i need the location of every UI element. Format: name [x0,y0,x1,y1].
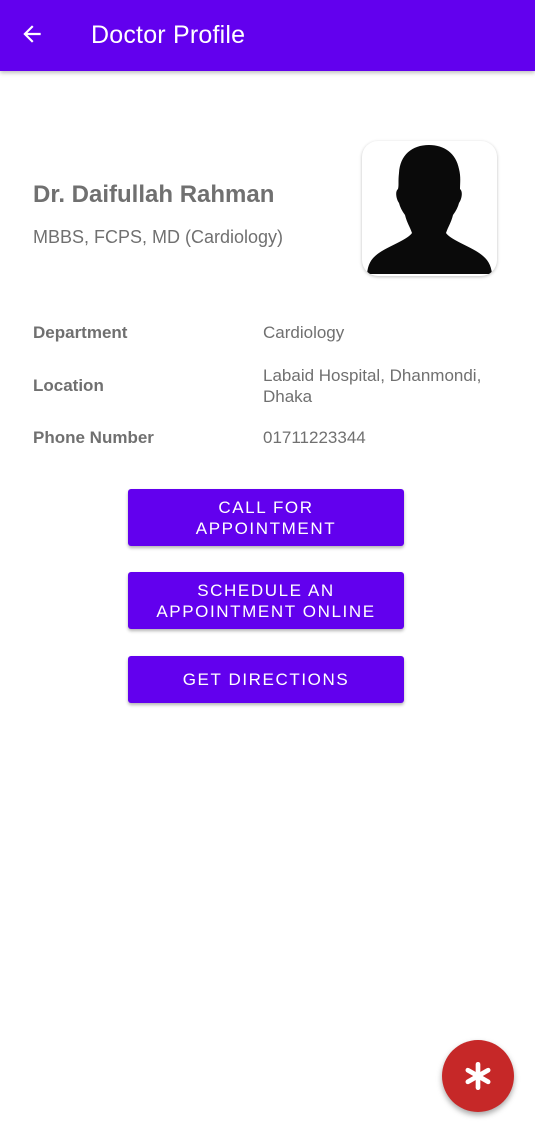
phone-value: 01711223344 [263,428,366,447]
doctor-degrees: MBBS, FCPS, MD (Cardiology) [33,227,284,247]
department-value: Cardiology [263,323,345,342]
back-button[interactable] [12,14,52,54]
location-value: Labaid Hospital, Dhanmondi, Dhaka [263,366,482,406]
get-directions-button[interactable]: GET DIRECTIONS [128,656,404,703]
department-label: Department [33,323,128,342]
avatar [362,141,497,276]
doctor-profile-screen: Doctor Profile Dr. Daifullah Rahman MBBS… [0,0,535,1127]
fab-button[interactable] [442,1040,514,1112]
location-label: Location [33,376,104,395]
page-title: Doctor Profile [91,21,246,49]
call-for-appointment-button[interactable]: CALL FOR APPOINTMENT [128,489,404,546]
arrow-left-icon [23,25,41,43]
phone-label: Phone Number [33,428,154,447]
asterisk-icon [465,1062,491,1090]
schedule-online-button[interactable]: SCHEDULE AN APPOINTMENT ONLINE [128,572,404,629]
doctor-name: Dr. Daifullah Rahman [33,181,275,208]
person-silhouette-icon [367,145,492,274]
app-bar: Doctor Profile [0,0,535,71]
